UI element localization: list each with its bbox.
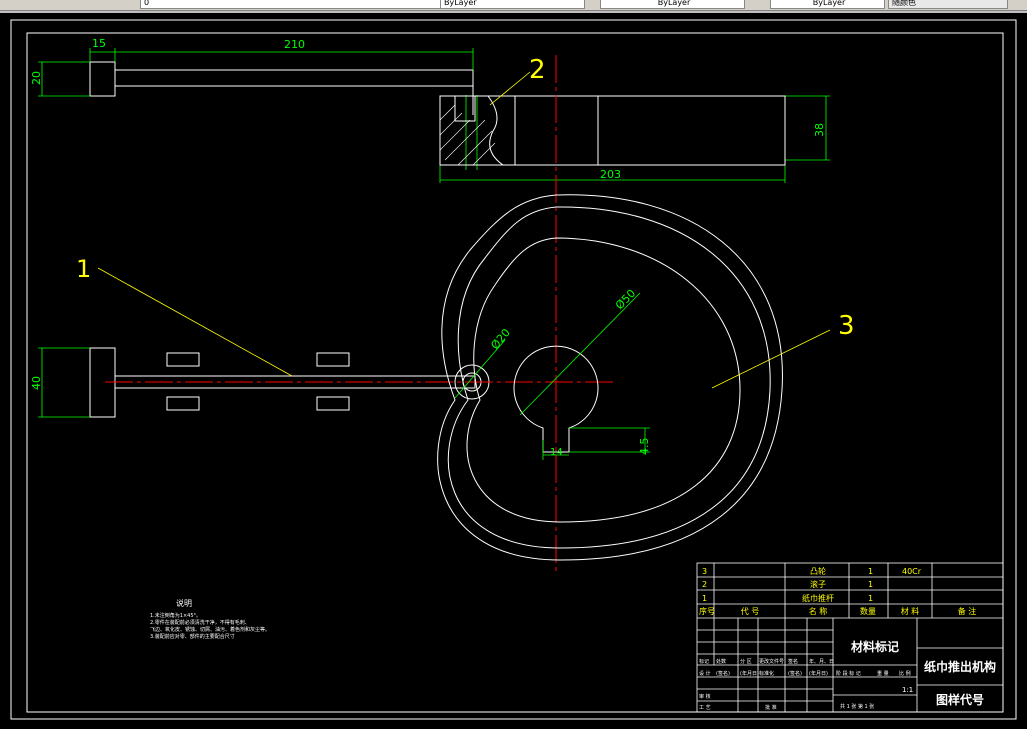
svg-text:1: 1: [868, 594, 873, 603]
dim-40: 40: [30, 376, 43, 390]
svg-text:重 量: 重 量: [877, 670, 889, 677]
dim-38: 38: [813, 123, 826, 137]
cam-side-view: [439, 95, 786, 166]
color-dropdown[interactable]: ByLayer: [440, 0, 585, 9]
svg-text:滚子: 滚子: [810, 579, 826, 589]
svg-text:纸巾推杆: 纸巾推杆: [802, 593, 834, 603]
title-block-grid: [696, 562, 1004, 713]
svg-text:签名: 签名: [788, 658, 798, 665]
svg-text:标记: 标记: [699, 658, 709, 665]
svg-text:比 例: 比 例: [899, 670, 911, 677]
pusher-top-view: [89, 61, 474, 115]
hatch: [439, 104, 496, 166]
svg-text:飞边、氧化皮、锈蚀、切屑、油污、着色剂和灰尘等。: 飞边、氧化皮、锈蚀、切屑、油污、着色剂和灰尘等。: [150, 626, 270, 633]
leader-lines: [97, 71, 831, 389]
svg-text:2: 2: [702, 580, 707, 589]
svg-text:共 1 张 第 1 张: 共 1 张 第 1 张: [840, 703, 874, 710]
lineweight-dropdown[interactable]: ByLayer: [770, 0, 885, 9]
svg-text:设 计: 设 计: [699, 670, 711, 677]
material-mark: 材料标记: [850, 639, 899, 654]
dim-203: 203: [600, 168, 621, 181]
svg-text:40Cr: 40Cr: [902, 567, 922, 576]
drawing-number: 图样代号: [936, 692, 984, 707]
svg-text:1: 1: [702, 594, 707, 603]
svg-text:材 料: 材 料: [901, 606, 920, 616]
dim-phi50: Ø50: [613, 287, 638, 312]
svg-text:1:1: 1:1: [902, 686, 913, 694]
dim-210: 210: [284, 38, 305, 51]
drawing-title: 纸巾推出机构: [924, 659, 996, 674]
bom-table: 3 凸轮 1 40Cr 2 滚子 1 1 纸巾推杆 1 序号 代 号 名 称 数量 材 料 备 注: [699, 566, 976, 616]
svg-text:3.装配前应对零、部件的主要配合尺寸: 3.装配前应对零、部件的主要配合尺寸: [150, 633, 235, 640]
dim-15: 15: [92, 37, 106, 50]
technical-notes: 说明 1.未注倒角为1×45°。 2.零件在装配前必须清洗干净，不得有毛刺、 飞…: [150, 598, 270, 640]
svg-text:审 核: 审 核: [699, 693, 711, 700]
plotstyle-dropdown[interactable]: 随颜色: [888, 0, 1008, 9]
svg-text:工 艺: 工 艺: [699, 705, 711, 711]
svg-text:说明: 说明: [176, 598, 192, 608]
svg-text:处数: 处数: [716, 658, 726, 665]
dim-phi20: Ø20: [488, 326, 513, 352]
title-block-text: 标记 处数分 区更改文件号 签名 年、月、日 设 计 (签名) (年月日) 标准化 (签名)(…: [699, 639, 996, 711]
svg-text:3: 3: [702, 567, 707, 576]
svg-text:备 注: 备 注: [958, 606, 977, 616]
balloon-1: 1: [76, 255, 91, 283]
dim-14: 14: [550, 447, 563, 458]
svg-text:年、月、日: 年、月、日: [809, 658, 834, 665]
svg-text:代 号: 代 号: [741, 606, 760, 616]
svg-text:标准化: 标准化: [759, 670, 774, 677]
svg-text:名 称: 名 称: [809, 606, 828, 616]
svg-text:(年月日): (年月日): [740, 670, 759, 677]
svg-text:(年月日): (年月日): [809, 670, 828, 677]
svg-text:分 区: 分 区: [740, 658, 752, 665]
drawing-canvas[interactable]: 15 210 20 203 38 40 Ø50 Ø20 14 4.5 1 2 3…: [0, 13, 1027, 725]
dim-4.5: 4.5: [638, 438, 651, 456]
svg-text:1: 1: [868, 580, 873, 589]
svg-text:2.零件在装配前必须清洗干净，不得有毛刺、: 2.零件在装配前必须清洗干净，不得有毛刺、: [150, 619, 250, 626]
svg-text:批 准: 批 准: [765, 704, 777, 711]
balloon-2: 2: [529, 55, 546, 85]
svg-text:数量: 数量: [860, 606, 876, 616]
toolbar: 0 ByLayer ByLayer ByLayer 随颜色: [0, 0, 1027, 11]
cad-drawing: 15 210 20 203 38 40 Ø50 Ø20 14 4.5 1 2 3…: [10, 19, 1017, 720]
svg-text:(签名): (签名): [716, 670, 730, 677]
balloon-3: 3: [838, 311, 855, 341]
svg-text:1.未注倒角为1×45°。: 1.未注倒角为1×45°。: [150, 612, 201, 619]
svg-text:序号: 序号: [699, 606, 715, 616]
svg-text:1: 1: [868, 567, 873, 576]
cam-profile: [437, 194, 783, 561]
dimensions-top: [38, 48, 830, 183]
svg-text:阶 段 标 记: 阶 段 标 记: [836, 670, 861, 677]
svg-text:更改文件号: 更改文件号: [759, 658, 784, 665]
svg-text:凸轮: 凸轮: [810, 566, 826, 576]
dim-20: 20: [30, 71, 43, 85]
linetype-dropdown[interactable]: ByLayer: [600, 0, 745, 9]
svg-text:(签名): (签名): [788, 670, 802, 677]
